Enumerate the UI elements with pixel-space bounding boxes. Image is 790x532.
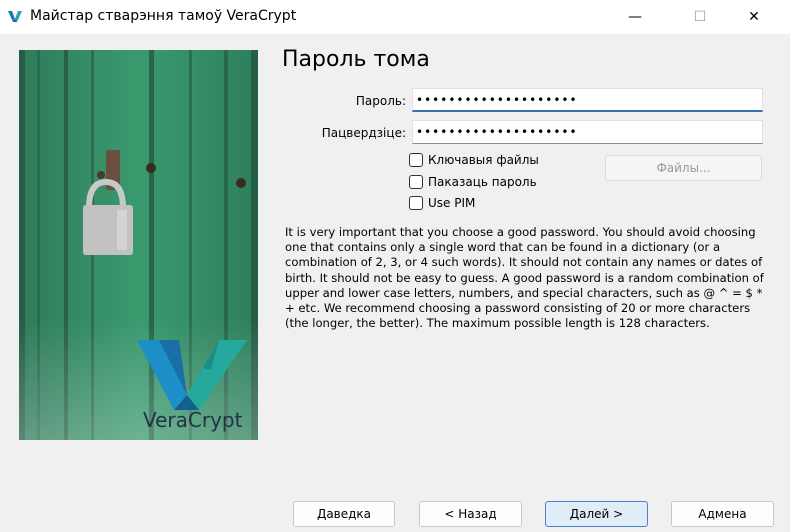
use-pim-checkbox-box[interactable] bbox=[409, 196, 423, 210]
password-label: Пароль: bbox=[355, 94, 406, 108]
wizard-side-image bbox=[19, 50, 258, 440]
use-pim-checkbox-label: Use PIM bbox=[428, 196, 476, 210]
page-title: Пароль тома bbox=[282, 47, 430, 72]
maximize-button[interactable]: ☐ bbox=[677, 0, 723, 34]
cancel-button[interactable]: Адмена bbox=[671, 501, 774, 527]
next-button[interactable]: Далей > bbox=[545, 501, 648, 527]
confirm-password-field[interactable]: •••••••••••••••••••• bbox=[412, 120, 763, 144]
back-button[interactable]: < Назад bbox=[419, 501, 522, 527]
veracrypt-app-icon bbox=[8, 11, 22, 22]
wizard-window: Майстар стварэння тамоў VeraCrypt — ☐ ✕ bbox=[0, 0, 790, 532]
minimize-button[interactable]: — bbox=[612, 0, 658, 34]
password-advice-text: It is very important that you choose a g… bbox=[285, 225, 764, 331]
show-password-checkbox-box[interactable] bbox=[409, 175, 423, 189]
confirm-password-label: Пацвердзіце: bbox=[321, 126, 406, 140]
veracrypt-logo-text: VeraCrypt bbox=[143, 408, 243, 432]
title-bar: Майстар стварэння тамоў VeraCrypt — ☐ ✕ bbox=[0, 0, 790, 34]
show-password-checkbox[interactable]: Паказаць пароль bbox=[409, 175, 537, 189]
help-button[interactable]: Даведка bbox=[293, 501, 395, 527]
keyfiles-button[interactable]: Файлы... bbox=[605, 155, 762, 181]
password-field[interactable]: •••••••••••••••••••• bbox=[412, 88, 763, 112]
keyfiles-checkbox[interactable]: Ключавыя файлы bbox=[409, 153, 539, 167]
keyfiles-checkbox-box[interactable] bbox=[409, 153, 423, 167]
window-title: Майстар стварэння тамоў VeraCrypt bbox=[30, 8, 297, 24]
keyfiles-checkbox-label: Ключавыя файлы bbox=[428, 153, 539, 167]
use-pim-checkbox[interactable]: Use PIM bbox=[409, 196, 475, 210]
close-button[interactable]: ✕ bbox=[731, 0, 777, 34]
show-password-checkbox-label: Паказаць пароль bbox=[428, 175, 537, 189]
